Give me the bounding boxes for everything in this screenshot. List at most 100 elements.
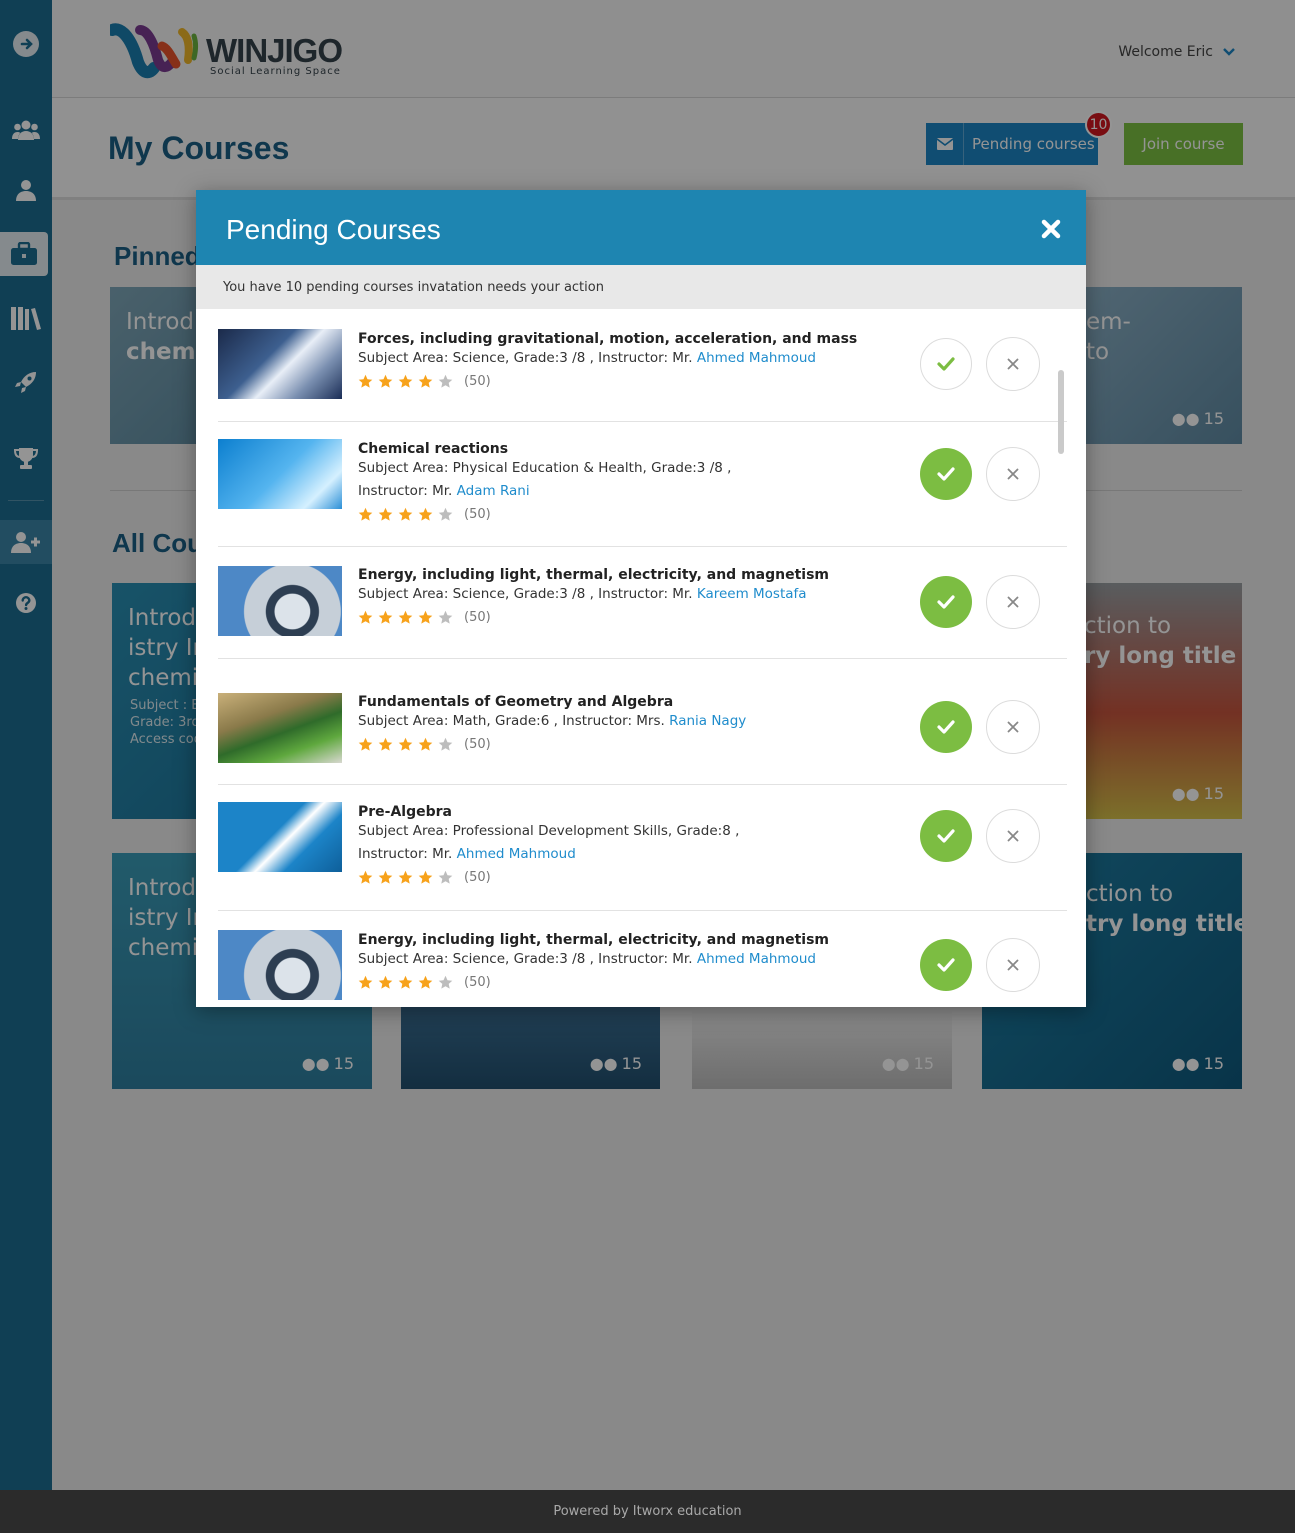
star-filled-icon — [358, 507, 373, 521]
reject-button[interactable] — [986, 575, 1040, 629]
reject-button[interactable] — [986, 938, 1040, 992]
course-meta-text: Subject Area: Science, Grade:3 /8 , Inst… — [358, 586, 693, 602]
star-filled-icon — [358, 870, 373, 884]
pending-courses-modal: Pending Courses You have 10 pending cour… — [196, 190, 1086, 1007]
reject-button[interactable] — [986, 809, 1040, 863]
pending-course-row: Energy, including light, thermal, electr… — [218, 911, 1067, 1007]
star-filled-icon — [398, 737, 413, 751]
pending-course-row: Energy, including light, thermal, electr… — [218, 547, 1067, 659]
star-filled-icon — [358, 610, 373, 624]
star-filled-icon — [418, 507, 433, 521]
modal-subtitle: You have 10 pending courses invatation n… — [196, 265, 1086, 309]
course-title[interactable]: Forces, including gravitational, motion,… — [358, 331, 918, 347]
star-filled-icon — [378, 975, 393, 989]
reject-button[interactable] — [986, 447, 1040, 501]
close-icon — [1007, 830, 1019, 842]
instructor-link[interactable]: Rania Nagy — [669, 713, 746, 729]
close-icon — [1007, 721, 1019, 733]
course-info: Energy, including light, thermal, electr… — [358, 932, 918, 990]
course-meta-text: Subject Area: Math, Grade:6 , Instructor… — [358, 713, 665, 729]
modal-header: Pending Courses — [196, 190, 1086, 265]
star-filled-icon — [398, 610, 413, 624]
course-thumbnail[interactable] — [218, 439, 342, 509]
course-info: Pre-Algebra Subject Area: Professional De… — [358, 804, 918, 885]
accept-button[interactable] — [920, 576, 972, 628]
rating-stars: (50) — [358, 610, 918, 625]
star-empty-icon — [438, 507, 453, 521]
star-filled-icon — [358, 374, 373, 388]
pending-course-row: Forces, including gravitational, motion,… — [218, 309, 1067, 422]
rating-stars: (50) — [358, 507, 918, 522]
star-filled-icon — [378, 737, 393, 751]
pending-course-row: Pre-Algebra Subject Area: Professional De… — [218, 785, 1067, 911]
instructor-link[interactable]: Ahmed Mahmoud — [697, 951, 816, 967]
course-meta-text: Instructor: Mr. — [358, 483, 453, 499]
modal-scrollbar[interactable] — [1058, 370, 1064, 454]
course-thumbnail[interactable] — [218, 802, 342, 872]
course-thumbnail[interactable] — [218, 693, 342, 763]
course-thumbnail[interactable] — [218, 329, 342, 399]
star-filled-icon — [378, 610, 393, 624]
pending-course-row: Fundamentals of Geometry and Algebra Subj… — [218, 659, 1067, 785]
accept-button[interactable] — [920, 939, 972, 991]
rating-stars: (50) — [358, 737, 918, 752]
rating-count: (50) — [464, 610, 491, 625]
course-meta-text: Instructor: Mr. — [358, 846, 453, 862]
rating-stars: (50) — [358, 374, 918, 389]
star-empty-icon — [438, 610, 453, 624]
star-filled-icon — [358, 737, 373, 751]
course-title[interactable]: Pre-Algebra — [358, 804, 918, 820]
course-title[interactable]: Fundamentals of Geometry and Algebra — [358, 694, 918, 710]
course-meta: Subject Area: Physical Education & Healt… — [358, 457, 918, 503]
rating-count: (50) — [464, 737, 491, 752]
star-filled-icon — [398, 975, 413, 989]
rating-count: (50) — [464, 507, 491, 522]
course-meta-text: Subject Area: Physical Education & Healt… — [358, 460, 732, 476]
star-filled-icon — [418, 975, 433, 989]
accept-button[interactable] — [920, 338, 972, 390]
rating-count: (50) — [464, 870, 491, 885]
course-title[interactable]: Chemical reactions — [358, 441, 918, 457]
accept-button[interactable] — [920, 701, 972, 753]
star-filled-icon — [398, 507, 413, 521]
instructor-link[interactable]: Ahmed Mahmoud — [457, 846, 576, 862]
rating-count: (50) — [464, 374, 491, 389]
course-info: Forces, including gravitational, motion,… — [358, 331, 918, 389]
check-icon — [937, 829, 955, 843]
course-title[interactable]: Energy, including light, thermal, electr… — [358, 567, 918, 583]
course-info: Fundamentals of Geometry and Algebra Subj… — [358, 694, 918, 752]
course-meta-text: Subject Area: Science, Grade:3 /8 , Inst… — [358, 951, 693, 967]
close-icon — [1007, 959, 1019, 971]
check-icon — [937, 467, 955, 481]
instructor-link[interactable]: Kareem Mostafa — [697, 586, 807, 602]
modal-title: Pending Courses — [226, 214, 441, 245]
course-title[interactable]: Energy, including light, thermal, electr… — [358, 932, 918, 948]
accept-button[interactable] — [920, 448, 972, 500]
close-icon — [1007, 596, 1019, 608]
course-info: Chemical reactions Subject Area: Physical… — [358, 441, 918, 522]
star-filled-icon — [418, 737, 433, 751]
star-empty-icon — [438, 374, 453, 388]
instructor-link[interactable]: Adam Rani — [457, 483, 530, 499]
instructor-link[interactable]: Ahmed Mahmoud — [697, 350, 816, 366]
reject-button[interactable] — [986, 337, 1040, 391]
check-icon — [937, 595, 955, 609]
close-icon[interactable] — [1038, 216, 1064, 242]
star-empty-icon — [438, 737, 453, 751]
course-meta-text: Subject Area: Professional Development S… — [358, 823, 740, 839]
course-meta: Subject Area: Science, Grade:3 /8 , Inst… — [358, 347, 918, 370]
course-thumbnail[interactable] — [218, 930, 342, 1000]
course-thumbnail[interactable] — [218, 566, 342, 636]
star-filled-icon — [378, 870, 393, 884]
reject-button[interactable] — [986, 700, 1040, 754]
close-icon — [1007, 358, 1019, 370]
check-icon — [937, 357, 955, 371]
course-meta: Subject Area: Math, Grade:6 , Instructor… — [358, 710, 918, 733]
course-meta-text: Subject Area: Science, Grade:3 /8 , Inst… — [358, 350, 693, 366]
star-filled-icon — [418, 374, 433, 388]
accept-button[interactable] — [920, 810, 972, 862]
star-filled-icon — [398, 374, 413, 388]
close-icon — [1007, 468, 1019, 480]
footer-text: Powered by Itworx education — [553, 1504, 742, 1519]
pending-course-row: Chemical reactions Subject Area: Physical… — [218, 422, 1067, 547]
